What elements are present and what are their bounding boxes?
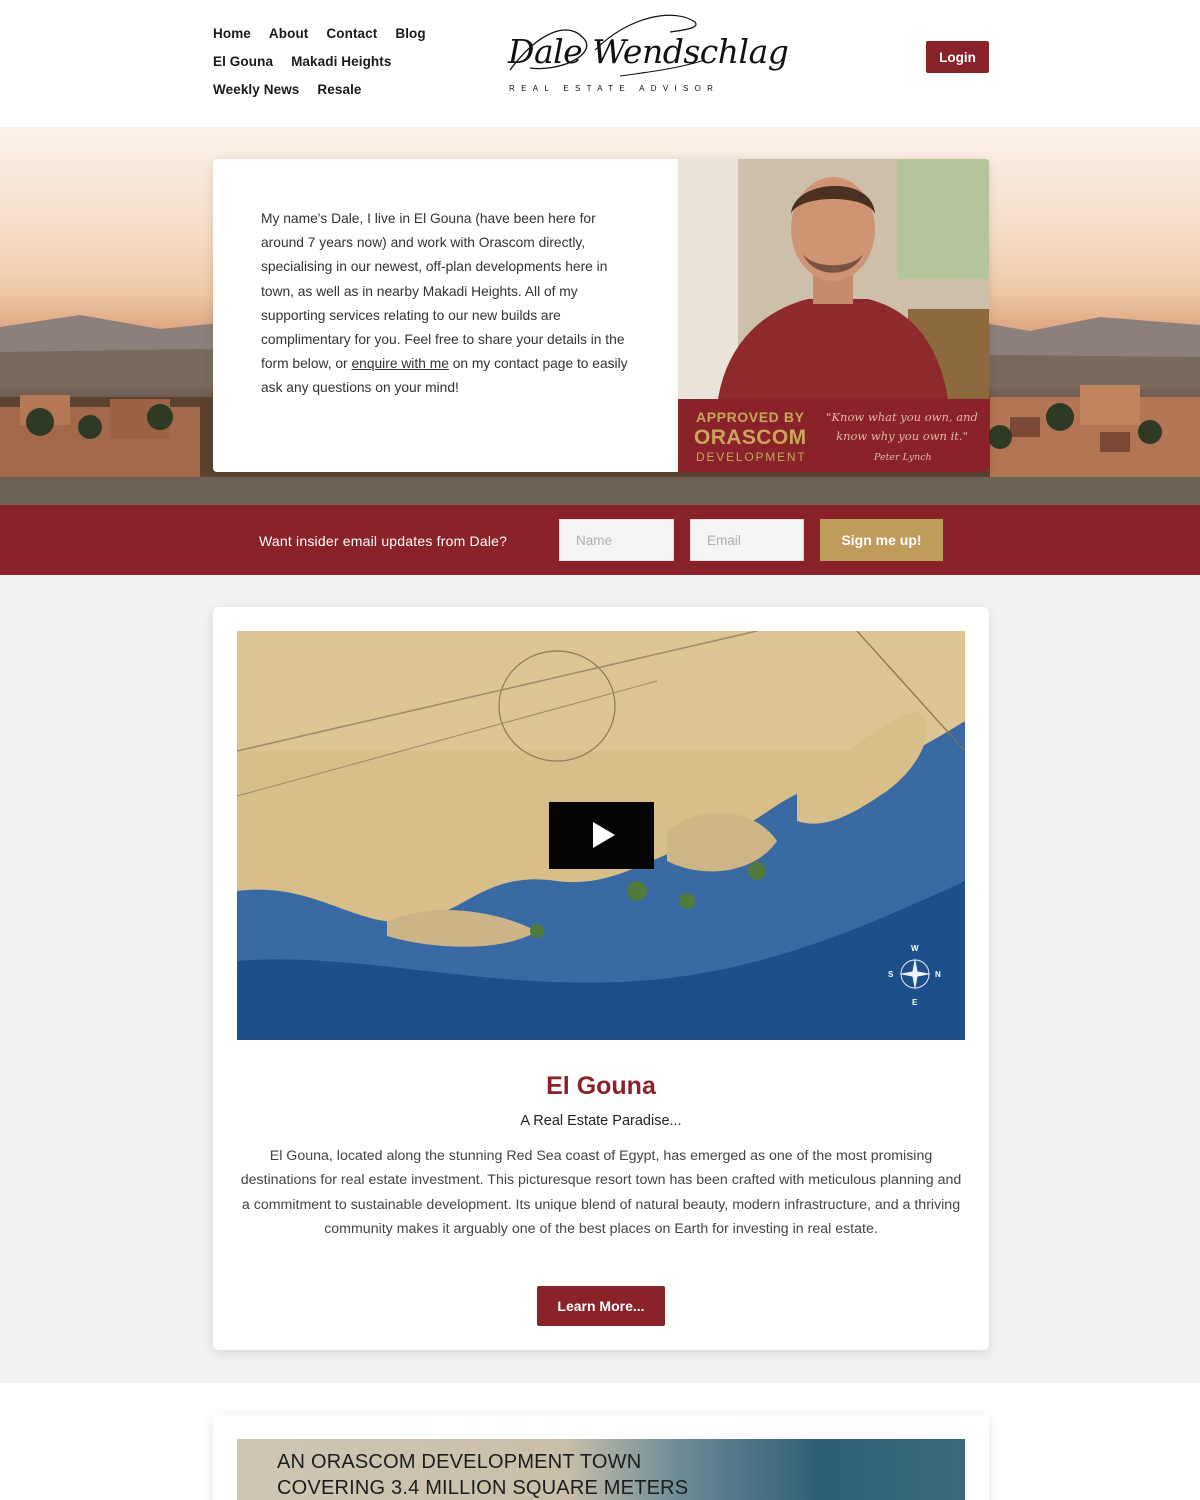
nav-contact[interactable]: Contact — [326, 26, 377, 41]
el-gouna-card: W N S E El Gouna A Real Estate Paradise.… — [213, 607, 989, 1350]
nav-row: Home About Contact Blog — [213, 19, 453, 47]
nav-blog[interactable]: Blog — [395, 26, 425, 41]
card-body: El Gouna, located along the stunning Red… — [240, 1148, 962, 1238]
site-header: Home About Contact Blog El Gouna Makadi … — [0, 0, 1200, 127]
aerial-headline-1: AN ORASCOM DEVELOPMENT TOWN — [277, 1451, 642, 1473]
main-nav: Home About Contact Blog El Gouna Makadi … — [213, 19, 453, 103]
development-label: DEVELOPMENT — [696, 450, 807, 464]
quote-author: Peter Lynch — [874, 452, 932, 463]
approved-by-label: APPROVED BY — [696, 409, 805, 425]
el-gouna-map-video[interactable]: W N S E — [237, 631, 965, 1040]
nav-home[interactable]: Home — [213, 26, 251, 41]
nav-weekly-news[interactable]: Weekly News — [213, 82, 299, 97]
signup-prompt: Want insider email updates from Dale? — [259, 533, 508, 549]
logo-subtitle: REAL ESTATE ADVISOR — [509, 84, 720, 93]
compass-rose-icon: W N S E — [888, 944, 941, 1007]
nav-resale[interactable]: Resale — [317, 82, 361, 97]
logo-signature: Dale Wendschlag — [508, 32, 789, 71]
nav-el-gouna[interactable]: El Gouna — [213, 54, 273, 69]
intro-text: My name's Dale, I live in El Gouna (have… — [261, 207, 631, 401]
play-video-button[interactable] — [549, 802, 654, 869]
compass-n: N — [935, 970, 941, 979]
compass-w: W — [911, 944, 919, 953]
compass-s: S — [888, 970, 894, 979]
intro-card: My name's Dale, I live in El Gouna (have… — [213, 159, 989, 472]
newsletter-signup: Want insider email updates from Dale? Si… — [0, 505, 1200, 575]
orascom-town-card: AN ORASCOM DEVELOPMENT TOWN COVERING 3.4… — [213, 1415, 989, 1500]
card-title: El Gouna — [546, 1072, 656, 1100]
sign-up-button[interactable]: Sign me up! — [820, 519, 943, 561]
email-input[interactable] — [690, 519, 804, 561]
approved-banner: APPROVED BY ORASCOM DEVELOPMENT "Know wh… — [678, 399, 989, 472]
enquire-link[interactable]: enquire with me — [351, 356, 448, 371]
learn-more-button[interactable]: Learn More... — [537, 1286, 665, 1326]
nav-row: Weekly News Resale — [213, 75, 453, 103]
orascom-logo: ORASCOM — [694, 426, 807, 449]
nav-row: El Gouna Makadi Heights — [213, 47, 453, 75]
compass-e: E — [912, 998, 918, 1007]
site-logo[interactable]: Dale Wendschlag REAL ESTATE ADVISOR — [500, 10, 789, 96]
aerial-image: AN ORASCOM DEVELOPMENT TOWN COVERING 3.4… — [237, 1439, 965, 1500]
nav-makadi-heights[interactable]: Makadi Heights — [291, 54, 391, 69]
dale-portrait-image — [678, 159, 989, 399]
card-tagline: A Real Estate Paradise... — [520, 1113, 682, 1129]
play-icon — [593, 822, 615, 848]
name-input[interactable] — [559, 519, 674, 561]
aerial-headline-2: COVERING 3.4 MILLION SQUARE METERS — [277, 1477, 689, 1499]
portrait-illustration — [678, 159, 989, 399]
login-button[interactable]: Login — [926, 41, 989, 73]
quote-text: "Know what you own, and know why you own… — [826, 410, 978, 443]
nav-about[interactable]: About — [269, 26, 308, 41]
intro-text-start: My name's Dale, I live in El Gouna (have… — [261, 211, 625, 372]
